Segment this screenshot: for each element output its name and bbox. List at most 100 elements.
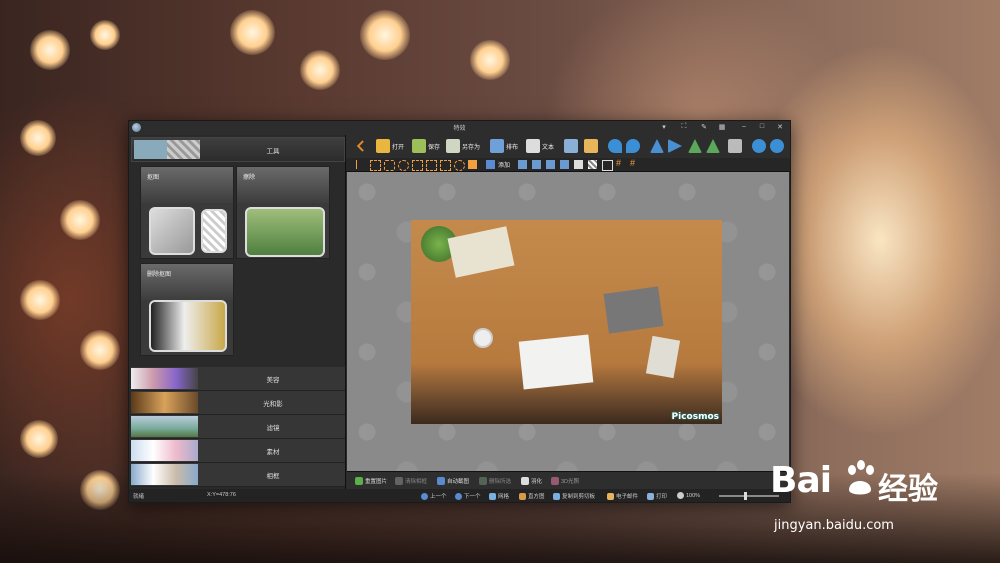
category-light-shadow[interactable]: 光和影 [131,391,345,415]
feather-icon [521,477,529,485]
straighten-button[interactable] [728,139,742,153]
heart-select-icon[interactable] [412,160,423,171]
open-button[interactable]: 打开 [376,139,404,153]
email-button[interactable] [584,139,598,153]
zoom-slider-knob[interactable] [744,492,747,500]
auto-crop-icon [437,477,445,485]
zoom-in-button[interactable] [752,139,766,153]
tool-delete-cutout[interactable]: 删除抠图 [140,263,234,356]
image-canvas[interactable]: Picosmos [347,172,789,471]
left-panel: 工具 抠图 擦除 删除抠图 美容 光和影 滤镜 素材 相框 [129,135,346,489]
tool-cutout[interactable]: 抠图 [140,166,234,259]
coordinates-readout: X:Y=478:76 [207,492,236,498]
selection-toolbar: 添加 # # [346,158,790,172]
delete-selection-button[interactable]: 删除所选 [479,477,511,485]
flip-horizontal-button[interactable] [668,139,682,153]
email-status-button[interactable]: 电子邮件 [607,492,638,500]
cup-object [473,328,493,348]
clear-frame-button[interactable]: 清除相框 [395,477,427,485]
layer-icon[interactable] [518,160,527,169]
clear-frame-label: 清除相框 [405,479,428,485]
category-filter[interactable]: 滤镜 [131,415,345,439]
back-button[interactable] [354,139,368,153]
freehand-select-icon[interactable] [440,160,451,171]
tool-erase[interactable]: 擦除 [236,166,330,259]
tools-thumbnail [134,140,200,159]
zoom-value: 100% [686,492,701,499]
transparency-icon[interactable] [588,160,597,169]
rotate-left-button[interactable] [688,139,702,153]
histogram-label: 直方图 [528,494,545,500]
hash-icon-2[interactable]: # [630,158,639,168]
rotate-right-button[interactable] [706,139,720,153]
paw-icon [848,460,874,495]
fullscreen-icon[interactable]: ⛶ [679,123,689,131]
prev-button[interactable]: 上一个 [421,492,447,500]
erase-preview [245,207,325,257]
category-material[interactable]: 素材 [131,439,345,463]
printer-icon [564,139,578,153]
close-button[interactable]: ✕ [775,123,785,131]
layer-icon-2[interactable] [532,160,541,169]
tool-delete-cutout-label: 删除抠图 [147,272,172,278]
edit-icon[interactable]: ✎ [699,123,709,131]
category-label: 光和影 [263,401,283,408]
polygon-select-icon[interactable] [426,160,437,171]
feather-label: 羽化 [531,479,543,485]
undo-button[interactable] [608,139,622,153]
histogram-button[interactable]: 直方图 [519,492,545,500]
light-bulb [80,330,120,370]
magic-wand-icon[interactable] [468,160,477,169]
auto-crop-button[interactable]: 自动截图 [437,477,469,485]
light-bulb [20,420,58,458]
rect-select-icon[interactable] [370,160,381,171]
save-button[interactable]: 保存 [412,139,440,153]
feather-button[interactable]: 羽化 [521,477,542,485]
light-bulb [90,20,120,50]
zoom-out-button[interactable] [770,139,784,153]
brush-icon[interactable] [574,160,583,169]
status-bar: 就绪 X:Y=478:76 上一个 下一个 网格 直方图 复制到剪切板 电子邮件… [129,489,790,502]
grid-button[interactable]: 网格 [489,492,509,500]
copy-clipboard-button[interactable]: 复制到剪切板 [553,492,595,500]
skin-icon[interactable]: ▦ [717,123,727,131]
rounded-select-icon[interactable] [384,160,395,171]
hash-icon[interactable]: # [616,158,625,168]
main-toolbar: 打开 保存 另存为 排布 文本 [346,135,790,158]
open-label: 打开 [392,144,405,151]
lasso-icon[interactable] [454,160,465,171]
next-button[interactable]: 下一个 [455,492,481,500]
maximize-button[interactable]: □ [757,123,767,130]
flip-vertical-icon [650,139,664,153]
save-as-button[interactable]: 另存为 [446,139,480,153]
3d-light-button[interactable]: 3D光照 [551,477,579,485]
category-beauty[interactable]: 美容 [131,367,345,391]
pointer-icon[interactable] [356,160,366,169]
frame-thumbnail [131,464,198,485]
photo-preview[interactable]: Picosmos [411,220,722,424]
3d-light-label: 3D光照 [561,479,580,485]
grid-label: 网格 [498,494,510,500]
flip-vertical-button[interactable] [650,139,664,153]
redo-button[interactable] [626,139,640,153]
menu-icon[interactable]: ▾ [659,123,669,131]
tools-header[interactable]: 工具 [131,137,345,162]
minimize-button[interactable]: – [739,123,749,130]
newspaper-object [447,226,515,278]
print-button[interactable] [564,139,578,153]
print-status-button[interactable]: 打印 [647,492,667,500]
layout-button[interactable]: 排布 [490,139,518,153]
tool-cutout-label: 抠图 [147,175,160,181]
category-frame[interactable]: 相框 [131,463,345,487]
layout-icon [490,139,504,153]
add-icon[interactable] [486,160,495,169]
layer-icon-3[interactable] [546,160,555,169]
straighten-icon [728,139,742,153]
light-bulb [470,40,510,80]
layer-icon-4[interactable] [560,160,569,169]
light-bulb [230,10,275,55]
text-button[interactable]: 文本 [526,139,554,153]
reset-image-button[interactable]: 重置图片 [355,477,387,485]
ellipse-select-icon[interactable] [398,160,409,171]
grid-icon[interactable] [602,160,613,171]
